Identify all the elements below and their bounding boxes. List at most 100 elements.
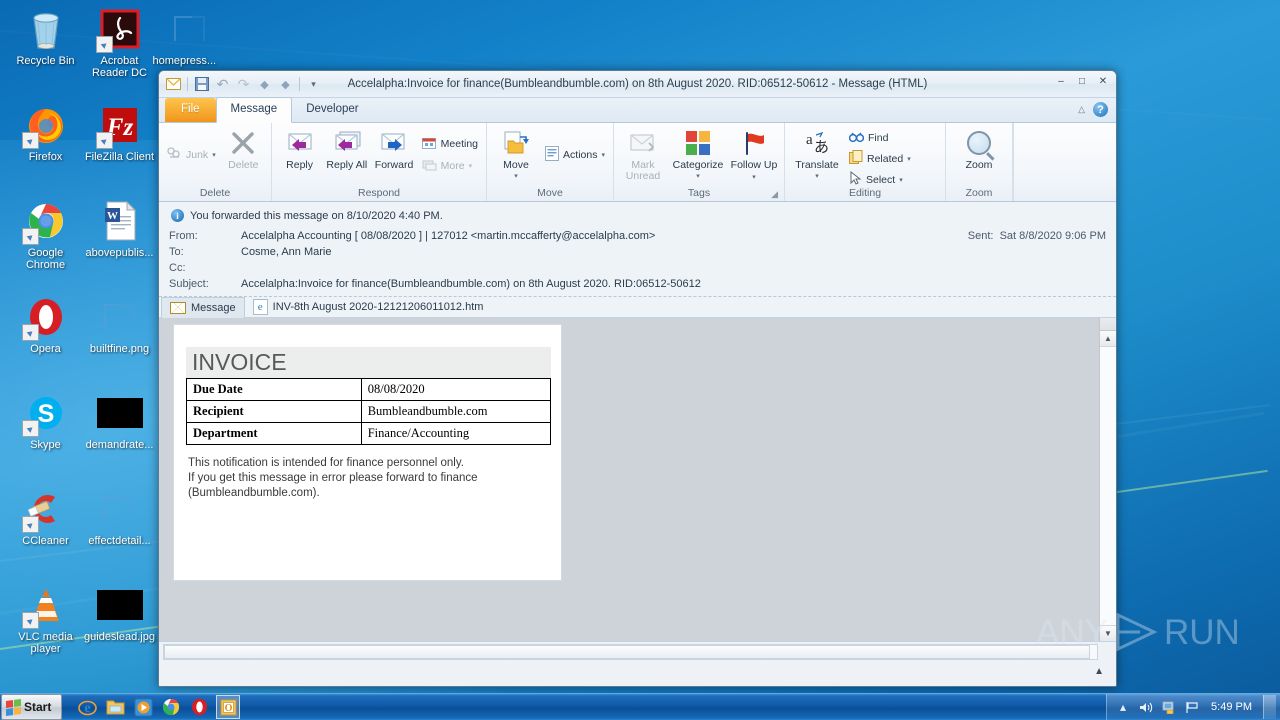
minimize-button[interactable]: – <box>1051 73 1071 90</box>
group-caption-editing: Editing <box>848 187 882 199</box>
subject-value: Accelalpha:Invoice for finance(Bumbleand… <box>241 278 701 290</box>
horizontal-scrollbar[interactable] <box>163 644 1098 660</box>
undo-icon[interactable]: ↶ <box>213 75 232 94</box>
chevron-down-icon[interactable]: ▾ <box>601 151 605 159</box>
desktop-icon-demandrate[interactable]: demandrate... <box>82 390 157 486</box>
windows-explorer-icon[interactable] <box>104 696 126 718</box>
ribbon-tab-row: File Message Developer △ ? <box>159 97 1116 123</box>
show-hidden-icons-icon[interactable]: ▴ <box>1115 699 1131 715</box>
chevron-down-icon[interactable]: ▾ <box>212 151 216 159</box>
chevron-down-icon[interactable]: ▾ <box>815 171 819 182</box>
desktop-icon-label: VLC media player <box>18 631 73 655</box>
categorize-button[interactable]: Categorize ▾ <box>668 126 728 184</box>
save-icon[interactable] <box>192 75 211 94</box>
media-player-icon[interactable] <box>132 696 154 718</box>
desktop-icon-ccleaner[interactable]: CCleaner <box>8 486 83 582</box>
customize-quick-access-icon[interactable]: ▾ <box>304 75 323 94</box>
tab-developer[interactable]: Developer <box>292 98 372 122</box>
desktop-icon-vlc-media-player[interactable]: VLC media player <box>8 582 83 678</box>
from-value[interactable]: Accelalpha Accounting [ 08/08/2020 ] | 1… <box>241 228 956 244</box>
redo-icon[interactable]: ↷ <box>234 75 253 94</box>
desktop-icon-builtfine-png[interactable]: builtfine.png <box>82 294 157 390</box>
chevron-down-icon[interactable]: ▾ <box>514 171 518 182</box>
tab-file[interactable]: File <box>165 98 216 122</box>
volume-icon[interactable] <box>1138 699 1154 715</box>
find-button[interactable]: Find <box>845 128 915 148</box>
junk-button[interactable]: Junk ▾ <box>163 144 220 166</box>
desktop-icon-abovepublis[interactable]: W abovepublis... <box>82 198 157 294</box>
more-button[interactable]: More ▾ <box>418 155 482 177</box>
scroll-up-button[interactable]: ▲ <box>1100 331 1116 347</box>
actions-button[interactable]: Actions ▾ <box>541 144 609 166</box>
desktop-icon-label: homepress... <box>152 55 217 67</box>
invoice-value: Finance/Accounting <box>360 422 552 445</box>
desktop-icon-skype[interactable]: S Skype <box>8 390 83 486</box>
outlook-taskbar-icon[interactable]: O <box>216 695 241 719</box>
tags-dialog-launcher-icon[interactable]: ◢ <box>771 189 778 200</box>
collapse-ribbon-icon[interactable]: △ <box>1078 104 1085 115</box>
move-button[interactable]: Move ▾ <box>491 126 541 184</box>
invoice-key: Department <box>186 422 362 445</box>
scroll-track[interactable] <box>1100 347 1116 625</box>
message-icon[interactable] <box>164 75 183 94</box>
close-button[interactable]: ✕ <box>1093 73 1113 90</box>
related-button[interactable]: Related ▾ <box>845 148 915 169</box>
chevron-down-icon[interactable]: ▾ <box>899 176 903 184</box>
desktop-icon-filezilla-client[interactable]: Fz FileZilla Client <box>82 102 157 198</box>
cc-label: Cc: <box>169 262 186 274</box>
split-window-handle[interactable] <box>1100 318 1116 331</box>
meeting-button[interactable]: Meeting <box>418 133 482 155</box>
desktop-icon-recycle-bin[interactable]: Recycle Bin <box>8 6 83 102</box>
start-button[interactable]: Start <box>1 694 63 720</box>
forward-button[interactable]: Forward <box>370 126 417 173</box>
vertical-scrollbar[interactable]: ▲ ▼ <box>1099 318 1116 641</box>
desktop-icon-firefox[interactable]: Firefox <box>8 102 83 198</box>
show-desktop-button[interactable] <box>1263 695 1276 719</box>
action-center-flag-icon[interactable] <box>1184 699 1200 715</box>
mark-unread-button[interactable]: Mark Unread <box>618 126 668 184</box>
message-tab-button[interactable]: Message <box>161 296 245 318</box>
desktop-icon-opera[interactable]: Opera <box>8 294 83 390</box>
opera-icon <box>21 294 69 341</box>
invoice-key: Recipient <box>186 400 362 423</box>
forwarded-info-bar: i You forwarded this message on 8/10/202… <box>169 206 1106 228</box>
internet-explorer-icon[interactable]: e <box>76 696 98 718</box>
sent-label: Sent: <box>967 230 994 242</box>
maximize-button[interactable]: □ <box>1072 73 1092 90</box>
follow-up-button[interactable]: Follow Up ▾ <box>728 126 780 185</box>
move-label: Move <box>503 159 529 171</box>
cc-value[interactable] <box>241 260 1106 276</box>
tab-message[interactable]: Message <box>215 97 293 123</box>
taskbar-clock[interactable]: 5:49 PM <box>1207 701 1256 713</box>
reply-button[interactable]: Reply <box>276 126 323 173</box>
translate-button[interactable]: a あ Translate ▾ <box>789 126 845 184</box>
help-icon[interactable]: ? <box>1093 102 1108 117</box>
chevron-down-icon[interactable]: ▾ <box>696 171 700 182</box>
chevron-down-icon[interactable]: ▾ <box>907 155 911 163</box>
opera-taskbar-icon[interactable] <box>188 696 210 718</box>
desktop-icon-google-chrome[interactable]: Google Chrome <box>8 198 83 294</box>
delete-button[interactable]: Delete <box>220 126 267 173</box>
chevron-down-icon[interactable]: ▾ <box>752 174 756 181</box>
mark-unread-icon <box>629 128 657 158</box>
previous-item-icon[interactable]: ◆ <box>255 75 274 94</box>
zoom-button[interactable]: Zoom <box>950 126 1008 173</box>
attachment-item[interactable]: INV-8th August 2020-12121206011012.htm <box>245 299 492 315</box>
desktop-icon-effectdetail[interactable]: effectdetail... <box>82 486 157 582</box>
window-titlebar[interactable]: ↶ ↷ ◆ ◆ ▾ Accelalpha:Invoice for finance… <box>159 71 1116 98</box>
reply-all-button[interactable]: Reply All <box>323 126 370 173</box>
chevron-down-icon[interactable]: ▾ <box>469 162 473 170</box>
desktop-icon-label: Opera <box>30 343 61 355</box>
taskbar: Start e O ▴ 5:49 PM <box>0 693 1280 720</box>
desktop-icon-guideslead-jpg[interactable]: guideslead.jpg <box>82 582 157 678</box>
desktop-icon-acrobat-reader-dc[interactable]: Acrobat Reader DC <box>82 6 157 102</box>
next-item-icon[interactable]: ◆ <box>276 75 295 94</box>
expand-collapse-arrow-icon[interactable]: ▲ <box>1094 666 1104 677</box>
chrome-taskbar-icon[interactable] <box>160 696 182 718</box>
from-label: From: <box>169 230 198 242</box>
network-icon[interactable] <box>1161 699 1177 715</box>
skype-icon: S <box>21 390 69 437</box>
to-value[interactable]: Cosme, Ann Marie <box>241 244 1106 260</box>
horizontal-scroll-thumb[interactable] <box>164 645 1090 659</box>
scroll-down-button[interactable]: ▼ <box>1100 625 1116 641</box>
